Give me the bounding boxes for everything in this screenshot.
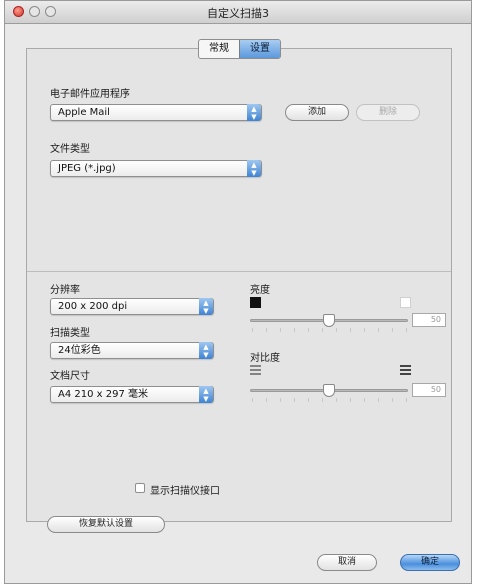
popup-arrows-icon: ▲ ▼ xyxy=(199,298,213,315)
brightness-value-field[interactable]: 50 xyxy=(412,313,446,327)
cancel-button[interactable]: 取消 xyxy=(317,554,377,571)
scan-type-label: 扫描类型 xyxy=(50,328,90,339)
delete-button[interactable]: 删除 xyxy=(356,104,420,121)
show-scanner-interface-checkbox[interactable] xyxy=(135,483,145,493)
low-contrast-icon xyxy=(250,365,261,375)
tab-bar: 常规 设置 xyxy=(198,39,281,59)
high-contrast-icon xyxy=(400,365,411,375)
brightness-label: 亮度 xyxy=(250,285,270,296)
file-type-select[interactable]: JPEG (*.jpg) ▲ ▼ xyxy=(50,160,262,177)
title-bar: 自定义扫描3 xyxy=(5,1,471,24)
popup-arrows-icon: ▲ ▼ xyxy=(199,342,213,359)
restore-defaults-button[interactable]: 恢复默认设置 xyxy=(47,516,165,533)
scan-type-select[interactable]: 24位彩色 ▲ ▼ xyxy=(50,342,214,359)
popup-arrows-icon: ▲ ▼ xyxy=(247,104,261,121)
add-button[interactable]: 添加 xyxy=(285,104,349,121)
file-type-label: 文件类型 xyxy=(50,144,90,155)
show-scanner-interface-label: 显示扫描仪接口 xyxy=(150,486,220,497)
tab-settings[interactable]: 设置 xyxy=(239,40,280,58)
popup-arrows-icon: ▲ ▼ xyxy=(247,160,261,177)
ok-button[interactable]: 确定 xyxy=(400,554,460,571)
contrast-slider-ticks xyxy=(252,398,408,402)
section-divider xyxy=(27,271,451,272)
document-size-select[interactable]: A4 210 x 297 毫米 ▲ ▼ xyxy=(50,386,214,403)
window-title: 自定义扫描3 xyxy=(207,7,269,20)
tab-general[interactable]: 常规 xyxy=(199,40,239,58)
resolution-label: 分辨率 xyxy=(50,285,80,296)
scan-type-value: 24位彩色 xyxy=(58,345,101,356)
resolution-select[interactable]: 200 x 200 dpi ▲ ▼ xyxy=(50,298,214,315)
dialog-window: 自定义扫描3 常规 设置 电子邮件应用程序 Apple Mail ▲ ▼ 添加 删… xyxy=(4,0,472,584)
email-app-select[interactable]: Apple Mail ▲ ▼ xyxy=(50,104,262,121)
brightness-slider-thumb[interactable] xyxy=(323,314,335,327)
popup-arrows-icon: ▲ ▼ xyxy=(199,386,213,403)
contrast-slider-thumb[interactable] xyxy=(323,384,335,397)
dark-brightness-icon xyxy=(250,297,261,308)
light-brightness-icon xyxy=(400,297,411,308)
document-size-label: 文档尺寸 xyxy=(50,371,90,382)
contrast-label: 对比度 xyxy=(250,353,280,364)
resolution-value: 200 x 200 dpi xyxy=(58,301,128,312)
email-app-label: 电子邮件应用程序 xyxy=(50,89,130,100)
email-app-value: Apple Mail xyxy=(58,107,110,118)
document-size-value: A4 210 x 297 毫米 xyxy=(58,389,149,400)
file-type-value: JPEG (*.jpg) xyxy=(58,163,116,174)
contrast-value-field[interactable]: 50 xyxy=(412,383,446,397)
brightness-slider-ticks xyxy=(252,328,408,332)
